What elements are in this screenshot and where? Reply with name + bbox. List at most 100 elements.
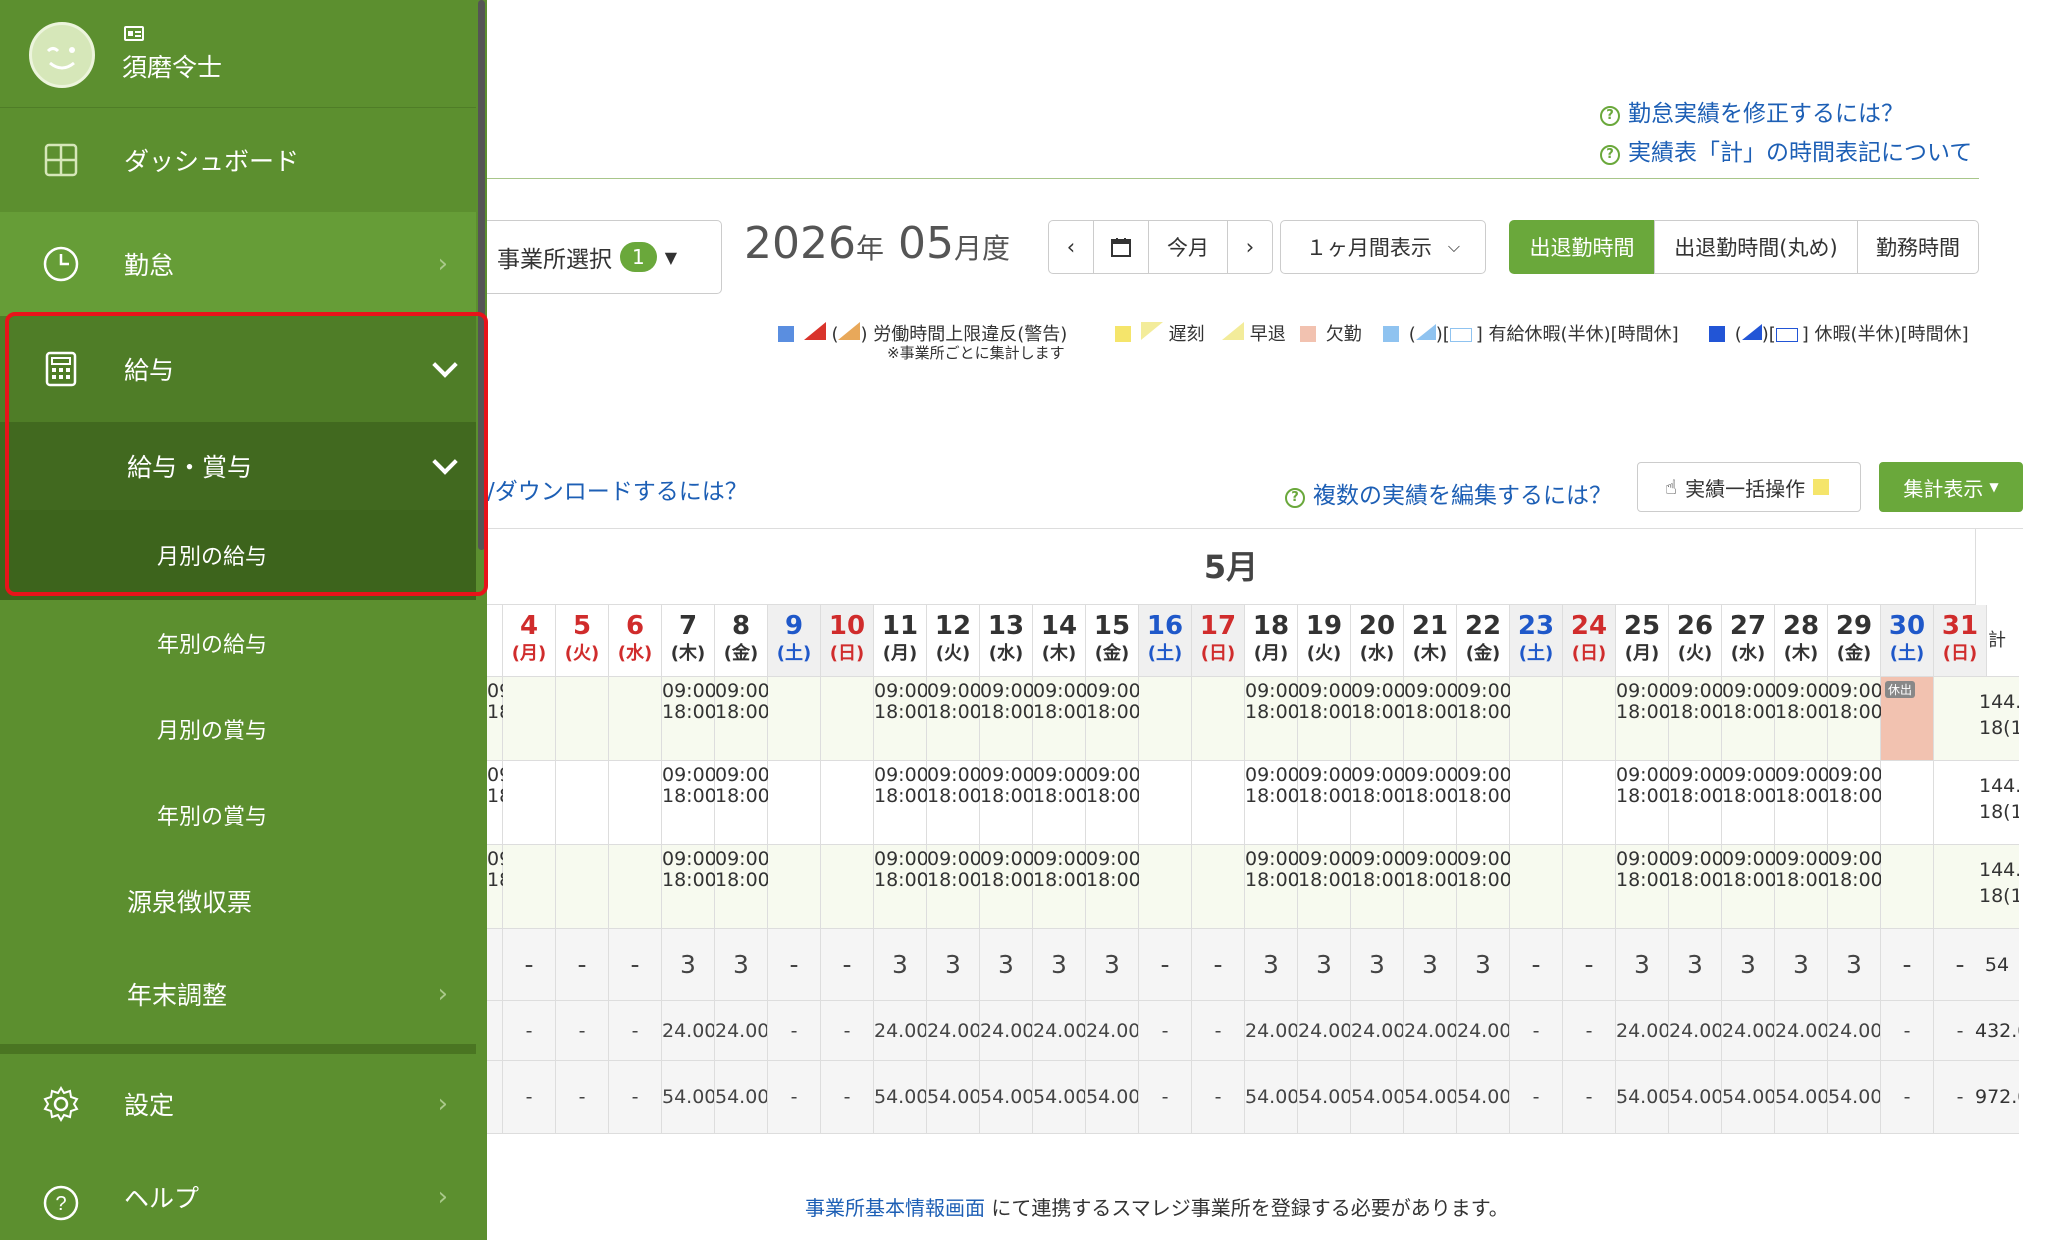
day-cell[interactable]: 09:0018:00 xyxy=(1775,677,1830,761)
day-cell[interactable]: 09:0018:00 xyxy=(1298,761,1353,845)
day-cell[interactable]: 09:0018:00 xyxy=(715,761,770,845)
day-cell[interactable]: 09:0018:00 xyxy=(927,761,982,845)
day-cell[interactable] xyxy=(609,845,662,929)
day-cell[interactable]: 09:0018:00 xyxy=(874,677,929,761)
day-cell[interactable] xyxy=(1510,677,1563,761)
tab-clock-time[interactable]: 出退勤時間 xyxy=(1509,220,1655,274)
day-cell[interactable]: 09:0018:00 xyxy=(1033,761,1088,845)
day-cell[interactable]: 09:0018:00 xyxy=(1669,845,1724,929)
range-select[interactable]: １ヶ月間表示 ⌵ xyxy=(1280,220,1486,274)
sidebar-item-dashboard[interactable]: ダッシュボード xyxy=(0,108,476,212)
day-cell[interactable]: 09:0018:00 xyxy=(1457,761,1512,845)
day-cell[interactable] xyxy=(1139,845,1192,929)
day-cell[interactable] xyxy=(1510,845,1563,929)
day-cell[interactable]: 09:0018:00 xyxy=(1351,761,1406,845)
sidebar-item-settings[interactable]: 設定 › xyxy=(0,1054,476,1154)
day-cell[interactable] xyxy=(768,845,821,929)
day-cell[interactable] xyxy=(1563,677,1616,761)
day-cell[interactable]: 09:0018:00 xyxy=(1033,845,1088,929)
day-cell[interactable]: 09:0018:00 xyxy=(1616,761,1671,845)
day-cell[interactable]: 09:0018:00 xyxy=(1086,677,1141,761)
day-cell[interactable]: 09:0018:00 xyxy=(1404,845,1459,929)
day-cell[interactable] xyxy=(1881,761,1934,845)
day-cell[interactable]: 09:0018:00 xyxy=(1351,677,1406,761)
day-cell[interactable]: 09:0018:00 xyxy=(874,845,929,929)
day-cell[interactable]: 09:0018:00 xyxy=(927,845,982,929)
day-cell[interactable]: 09:0018:00 xyxy=(1669,761,1724,845)
day-cell[interactable]: 09:0018:00 xyxy=(487,845,542,929)
edit-help-link[interactable]: ? 複数の実績を編集するには？ xyxy=(1285,476,1612,510)
day-cell[interactable] xyxy=(768,677,821,761)
day-cell[interactable]: 09:0018:00 xyxy=(1722,677,1777,761)
day-cell[interactable] xyxy=(1139,677,1192,761)
day-cell[interactable] xyxy=(1563,845,1616,929)
sidebar-item-help[interactable]: ? ヘルプ › xyxy=(0,1154,476,1240)
day-cell[interactable] xyxy=(1563,761,1616,845)
help-link-fix-attendance[interactable]: ? 勤怠実績を修正するには？ xyxy=(1600,94,1904,128)
day-cell[interactable]: 09:0018:00 xyxy=(1722,761,1777,845)
sidebar-scrollbar[interactable] xyxy=(476,0,487,1240)
day-cell[interactable]: 09:0018:00 xyxy=(1616,845,1671,929)
day-cell[interactable] xyxy=(556,761,609,845)
day-cell[interactable] xyxy=(1192,677,1245,761)
office-info-link[interactable]: 事業所基本情報画面 xyxy=(805,1196,985,1220)
day-cell[interactable] xyxy=(1881,845,1934,929)
day-cell[interactable]: 09:0018:00 xyxy=(1828,845,1883,929)
day-cell[interactable]: 09:0018:00 xyxy=(662,761,717,845)
day-cell[interactable]: 09:0018:00 xyxy=(874,761,929,845)
sidebar-item-attendance[interactable]: 勤怠 › xyxy=(0,212,476,316)
day-cell[interactable]: 09:0018:00 xyxy=(1669,677,1724,761)
prev-month-button[interactable]: ‹ xyxy=(1048,220,1094,274)
day-cell[interactable]: 09:0018:00 xyxy=(1404,761,1459,845)
day-cell[interactable]: 09:0018:00 xyxy=(1245,677,1300,761)
sidebar-item-year-end[interactable]: 年末調整 › xyxy=(0,944,476,1044)
download-help-link[interactable]: /ダウンロードするには？ xyxy=(487,472,748,506)
day-cell[interactable]: 09:0018:00 xyxy=(487,761,542,845)
next-month-button[interactable]: › xyxy=(1227,220,1273,274)
day-cell[interactable]: 09:0018:00 xyxy=(662,677,717,761)
day-cell[interactable] xyxy=(768,761,821,845)
day-cell[interactable]: 09:0018:00 xyxy=(1722,845,1777,929)
day-cell[interactable]: 09:0018:00 xyxy=(1086,761,1141,845)
day-cell[interactable]: 09:0018:00 xyxy=(1457,677,1512,761)
day-cell[interactable] xyxy=(1139,761,1192,845)
day-cell[interactable]: 休出 xyxy=(1881,677,1934,761)
day-cell[interactable] xyxy=(556,845,609,929)
day-cell[interactable]: 09:0018:00 xyxy=(662,845,717,929)
day-cell[interactable] xyxy=(1192,845,1245,929)
day-cell[interactable] xyxy=(556,677,609,761)
day-cell[interactable]: 09:0018:00 xyxy=(1245,845,1300,929)
day-cell[interactable]: 09:0018:00 xyxy=(1351,845,1406,929)
bulk-operation-button[interactable]: ☝ 実績一括操作 xyxy=(1637,462,1861,512)
day-cell[interactable] xyxy=(609,677,662,761)
day-cell[interactable]: 09:0018:00 xyxy=(1457,845,1512,929)
sidebar-item-withholding[interactable]: 源泉徴収票 xyxy=(0,858,476,944)
tab-work-hours[interactable]: 勤務時間 xyxy=(1857,220,1979,274)
day-cell[interactable]: 09:0018:00 xyxy=(1033,677,1088,761)
day-cell[interactable]: 09:0018:00 xyxy=(1616,677,1671,761)
day-cell[interactable]: 09:0018:00 xyxy=(1086,845,1141,929)
tab-clock-time-rounded[interactable]: 出退勤時間(丸め) xyxy=(1654,220,1858,274)
day-cell[interactable] xyxy=(503,677,556,761)
help-link-total-notation[interactable]: ? 実績表「計」の時間表記について xyxy=(1600,133,1972,167)
day-cell[interactable]: 09:0018:00 xyxy=(980,677,1035,761)
summary-button[interactable]: 集計表示 ▼ xyxy=(1879,462,2023,512)
sidebar-item-yearly-bonus[interactable]: 年別の賞与 xyxy=(0,772,476,858)
sidebar-item-yearly-salary[interactable]: 年別の給与 xyxy=(0,600,476,686)
day-cell[interactable]: 09:0018:00 xyxy=(980,845,1035,929)
sidebar-item-monthly-bonus[interactable]: 月別の賞与 xyxy=(0,686,476,772)
day-cell[interactable]: 09:0018:00 xyxy=(1828,677,1883,761)
day-cell[interactable] xyxy=(609,761,662,845)
office-select[interactable]: 事業所選択 1 ▼ xyxy=(478,220,722,294)
day-cell[interactable]: 09:0018:00 xyxy=(1775,761,1830,845)
day-cell[interactable] xyxy=(1192,761,1245,845)
user-profile[interactable]: 須磨令士 xyxy=(0,0,476,108)
day-cell[interactable] xyxy=(821,761,874,845)
day-cell[interactable]: 09:0018:00 xyxy=(1298,845,1353,929)
day-cell[interactable]: 09:0018:00 xyxy=(487,677,542,761)
day-cell[interactable]: 09:0018:00 xyxy=(1245,761,1300,845)
day-cell[interactable]: 09:0018:00 xyxy=(1775,845,1830,929)
day-cell[interactable]: 09:0018:00 xyxy=(715,845,770,929)
day-cell[interactable]: 09:0018:00 xyxy=(1298,677,1353,761)
this-month-button[interactable]: 今月 xyxy=(1148,220,1228,274)
